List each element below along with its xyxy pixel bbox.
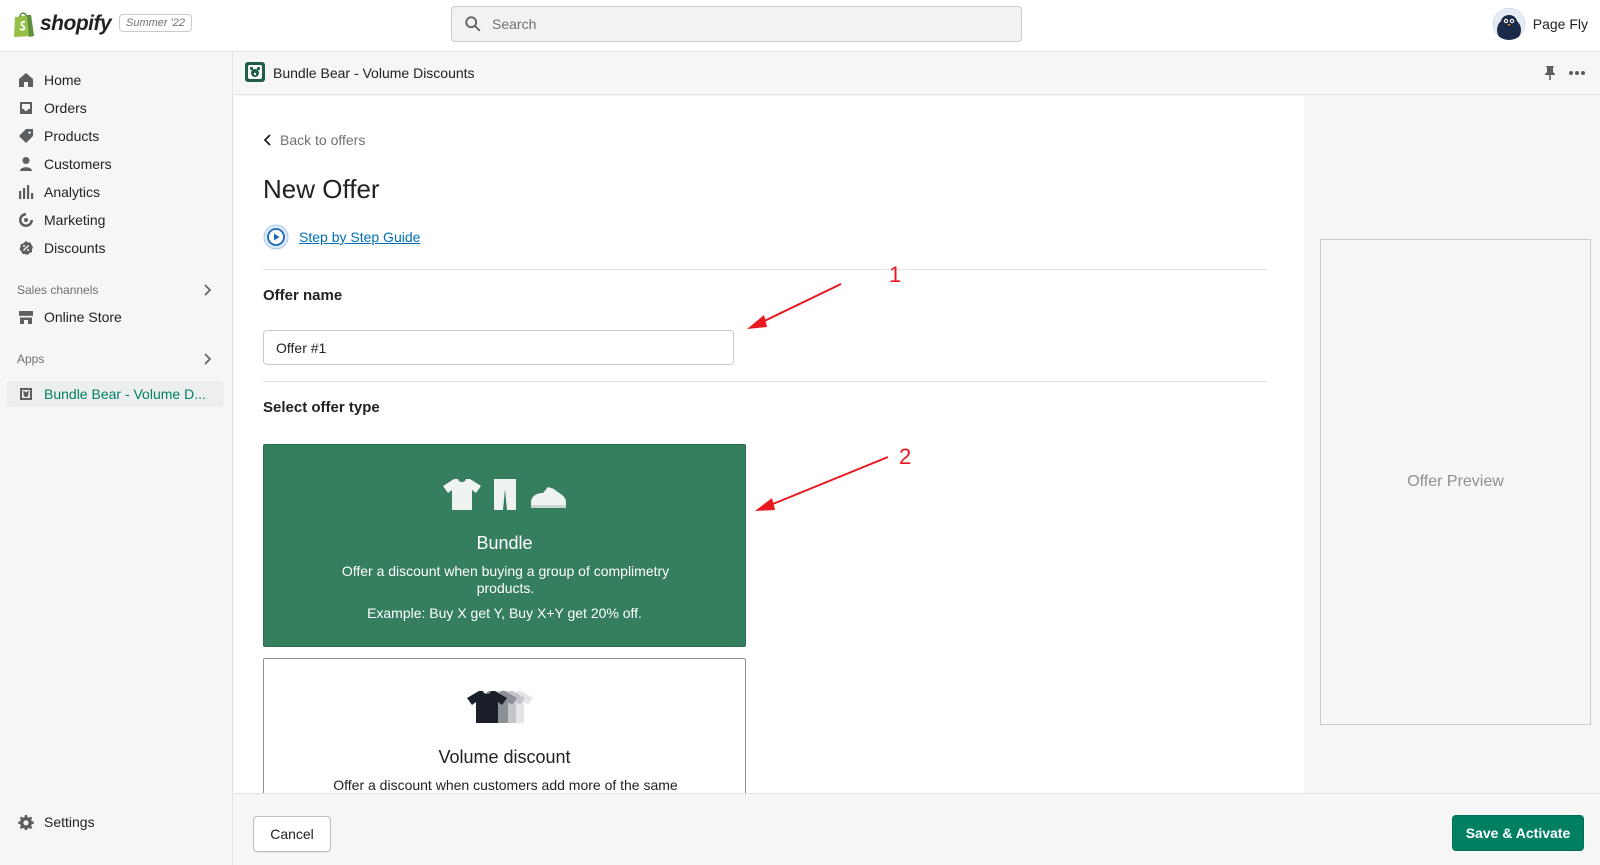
cancel-button[interactable]: Cancel: [253, 816, 331, 852]
footer-bar: Cancel Save & Activate: [234, 793, 1600, 865]
offer-preview-panel: Offer Preview: [1320, 239, 1591, 725]
annotation-number-2: 2: [899, 444, 912, 469]
offer-preview-label: Offer Preview: [1407, 473, 1504, 490]
annotation-number-1: 1: [889, 262, 902, 287]
save-activate-button[interactable]: Save & Activate: [1452, 815, 1584, 851]
